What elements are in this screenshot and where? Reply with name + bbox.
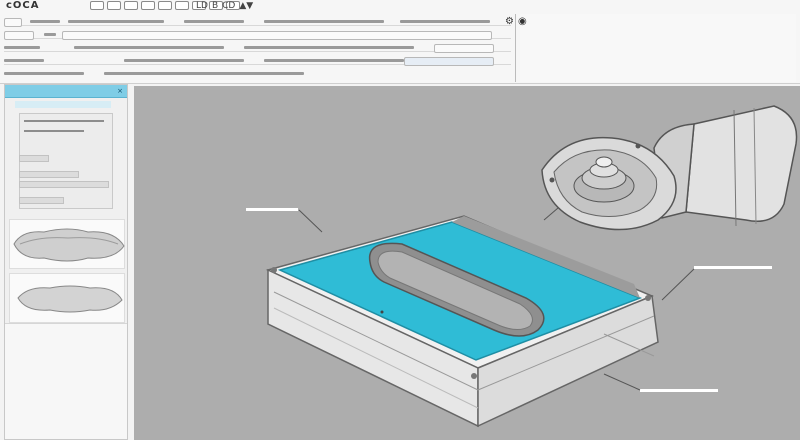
save-icon[interactable] <box>124 1 138 10</box>
ribbon-text <box>4 46 40 49</box>
settings-icon[interactable]: ⚙ <box>505 16 514 27</box>
property-panel: × <box>4 84 128 440</box>
corner-pin <box>271 267 277 273</box>
view-tools-panel <box>520 14 796 82</box>
ribbon-text <box>124 59 244 62</box>
toolbar-mini-4[interactable]: ▲▼ <box>239 1 253 11</box>
ribbon-panel <box>0 14 516 82</box>
cad-application: cOCA LD B CD ▲▼ ⚙ ◉ × <box>0 0 800 440</box>
ribbon-text <box>400 20 490 23</box>
ribbon-button[interactable] <box>434 44 494 53</box>
toolbar-mini-2[interactable]: B <box>212 1 218 11</box>
ribbon-row <box>4 31 511 40</box>
ribbon-text <box>4 72 84 75</box>
ribbon-text <box>44 33 56 36</box>
panel-subtitle-bar <box>15 101 111 108</box>
toolbar-mini-3[interactable]: CD <box>222 1 235 11</box>
ribbon-text <box>4 59 44 62</box>
ribbon-text <box>68 20 164 23</box>
property-field[interactable] <box>19 197 64 204</box>
property-field[interactable] <box>19 155 49 162</box>
ribbon-text <box>264 20 384 23</box>
part-thumbnail-drawing <box>13 228 125 262</box>
ribbon-row <box>4 18 511 27</box>
panel-footer-area <box>5 323 127 439</box>
redo-icon[interactable] <box>158 1 172 10</box>
property-row <box>24 130 84 132</box>
ribbon-text <box>264 59 404 62</box>
part-thumbnail[interactable] <box>9 273 125 323</box>
corner-pin <box>645 295 651 301</box>
model-scene <box>265 105 798 428</box>
camera-icon[interactable]: ◉ <box>518 16 527 27</box>
part-thumbnail[interactable] <box>9 219 125 269</box>
print-icon[interactable] <box>175 1 189 10</box>
top-toolbar: cOCA LD B CD ▲▼ ⚙ ◉ <box>0 0 800 84</box>
open-icon[interactable] <box>107 1 121 10</box>
close-icon[interactable]: × <box>117 87 123 95</box>
ribbon-row <box>4 57 511 66</box>
app-logo: cOCA <box>6 0 40 11</box>
ribbon-row <box>4 70 511 78</box>
ribbon-field[interactable] <box>404 57 494 66</box>
leader-line <box>661 268 695 301</box>
leader-line <box>298 209 323 233</box>
property-row <box>24 120 104 122</box>
part-thumbnail-drawing <box>17 285 123 313</box>
leader-line <box>603 373 641 391</box>
ribbon-text <box>244 46 414 49</box>
ribbon-text <box>74 46 224 49</box>
ribbon-text <box>30 20 60 23</box>
ribbon-text <box>104 72 304 75</box>
corner-pin <box>471 373 477 379</box>
window-controls: ⚙ ◉ <box>505 16 527 27</box>
panel-title-bar: × <box>5 85 127 98</box>
ribbon-text <box>184 20 244 23</box>
undo-icon[interactable] <box>141 1 155 10</box>
ribbon-button[interactable] <box>4 31 34 40</box>
property-field[interactable] <box>19 181 109 188</box>
ribbon-button[interactable] <box>4 18 22 27</box>
ribbon-field[interactable] <box>62 31 492 40</box>
3d-viewport[interactable] <box>134 86 800 440</box>
property-field[interactable] <box>19 171 79 178</box>
injection-nozzle[interactable] <box>541 105 798 231</box>
toolbar-mini-1[interactable]: LD <box>196 1 208 11</box>
ribbon-row <box>4 44 511 53</box>
new-icon[interactable] <box>90 1 104 10</box>
toolbar-mini-group: LD B CD ▲▼ <box>196 1 253 11</box>
